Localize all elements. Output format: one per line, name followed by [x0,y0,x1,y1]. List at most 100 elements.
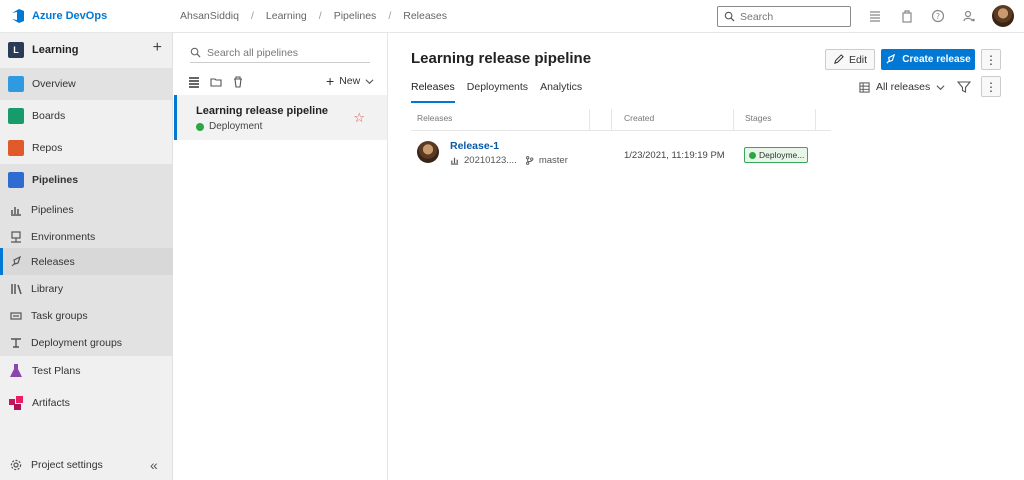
page-title: Learning release pipeline [411,50,592,67]
overview-icon [8,76,24,92]
collapse-nav-button[interactable]: « [150,457,158,473]
sidebar-item-boards[interactable]: Boards [0,100,173,132]
repos-icon [8,140,24,156]
pencil-icon [833,54,844,64]
sidebar-item-label: Boards [32,110,66,122]
sidebar-subitem-deployment-groups[interactable]: Deployment groups [0,329,173,356]
branch-icon [525,156,534,165]
tab-releases[interactable]: Releases [411,81,455,103]
list-icon[interactable] [868,9,882,23]
release-name-link[interactable]: Release-1 [450,140,499,152]
chevron-down-icon [936,84,945,90]
user-avatar[interactable] [992,5,1014,27]
project-selector[interactable]: L Learning [0,33,173,66]
release-created-time: 1/23/2021, 11:19:19 PM [624,150,725,161]
sidebar-item-pipelines[interactable]: Pipelines [0,164,173,196]
sidebar-item-label: Artifacts [32,397,70,409]
breadcrumb-project[interactable]: Learning [266,10,307,22]
favorite-star-icon[interactable]: ☆ [353,110,365,126]
breadcrumb-releases[interactable]: Releases [403,10,447,22]
sidebar-item-label: Repos [32,142,63,154]
table-grid-icon [859,81,870,93]
search-input[interactable]: Search [717,6,851,27]
release-tabs: Releases Deployments Analytics [411,81,582,103]
stage-name: Deployme... [759,150,805,160]
project-badge: L [8,41,24,58]
help-icon[interactable]: ? [931,9,945,23]
pipeline-status: Deployment [196,121,262,132]
sidebar-item-label: Environments [31,230,96,243]
breadcrumb-org[interactable]: AhsanSiddiq [180,10,239,22]
add-new-button[interactable]: + [153,40,162,56]
sidebar-subitem-library[interactable]: Library [0,275,173,302]
user-settings-icon[interactable] [962,9,976,23]
pipeline-list-item[interactable]: Learning release pipeline Deployment ☆ [174,95,387,140]
breadcrumb-separator: / [388,10,392,22]
sidebar-item-label: Deployment groups [31,336,123,349]
stage-status-badge[interactable]: Deployme... [744,147,808,163]
releases-table-header: Releases Created Stages [411,109,831,131]
left-navigation: L Learning + Overview Boards Repos Pipel… [0,33,173,480]
folder-icon[interactable] [210,76,222,88]
project-settings-label: Project settings [31,459,103,471]
task-groups-icon [10,311,22,320]
filter-icon[interactable] [957,80,971,94]
azure-devops-home-link[interactable]: Azure DevOps [10,8,107,24]
project-settings-link[interactable]: Project settings [10,459,103,471]
column-header-releases[interactable]: Releases [417,113,452,123]
trash-icon[interactable] [232,76,244,88]
sidebar-item-repos[interactable]: Repos [0,132,173,164]
search-icon [190,47,201,58]
more-actions-button[interactable]: ⋮ [981,49,1001,70]
search-icon [724,11,735,22]
test-plans-icon [10,364,22,377]
pipeline-name: Learning release pipeline [196,105,329,117]
sidebar-subitem-environments[interactable]: Environments [0,223,173,250]
pipeline-search-input[interactable]: Search all pipelines [190,43,370,63]
sidebar-item-overview[interactable]: Overview [0,68,173,100]
sidebar-item-label: Task groups [31,309,88,322]
edit-label: Edit [848,53,868,66]
pipeline-status-label: Deployment [209,121,263,132]
breadcrumb: AhsanSiddiq / Learning / Pipelines / Rel… [180,10,447,22]
sidebar-item-label: Pipelines [32,174,79,186]
releases-icon [11,255,21,266]
new-pipeline-button[interactable]: + New [326,73,374,89]
plus-icon: + [326,73,335,89]
marketplace-bag-icon[interactable] [900,9,914,23]
view-options-button[interactable]: ⋮ [981,76,1001,97]
create-release-button[interactable]: Create release [881,49,975,70]
tab-deployments[interactable]: Deployments [467,81,528,103]
table-row[interactable]: Release-1 20210123.... master 1/23/2021,… [411,137,831,173]
boards-icon [8,108,24,124]
deployment-groups-icon [11,337,21,348]
sidebar-item-artifacts[interactable]: Artifacts [0,387,173,419]
sidebar-subitem-releases[interactable]: Releases [0,248,173,275]
brand-name: Azure DevOps [32,10,108,22]
pipeline-search-placeholder: Search all pipelines [207,46,299,59]
column-divider [589,109,590,131]
sidebar-subitem-task-groups[interactable]: Task groups [0,302,173,329]
create-release-label: Create release [902,54,971,65]
search-placeholder: Search [740,10,774,23]
list-view-icon[interactable] [188,76,200,88]
sidebar-item-label: Overview [32,78,76,90]
library-icon [11,283,22,294]
pipelines-sub-icon [11,206,21,216]
gear-icon [10,459,22,471]
success-check-icon [749,151,756,159]
edit-button[interactable]: Edit [825,49,875,70]
column-header-stages[interactable]: Stages [745,113,771,123]
project-name: Learning [32,43,79,56]
breadcrumb-separator: / [318,10,322,22]
column-header-created[interactable]: Created [624,113,654,123]
sidebar-item-test-plans[interactable]: Test Plans [0,355,173,387]
all-releases-dropdown[interactable]: All releases [859,81,945,93]
sidebar-subitem-pipelines[interactable]: Pipelines [0,196,173,223]
release-meta: 20210123.... master [450,155,568,166]
breadcrumb-pipelines[interactable]: Pipelines [334,10,377,22]
breadcrumb-separator: / [250,10,254,22]
sidebar-item-label: Test Plans [32,365,81,377]
environments-icon [11,230,21,243]
tab-analytics[interactable]: Analytics [540,81,582,103]
